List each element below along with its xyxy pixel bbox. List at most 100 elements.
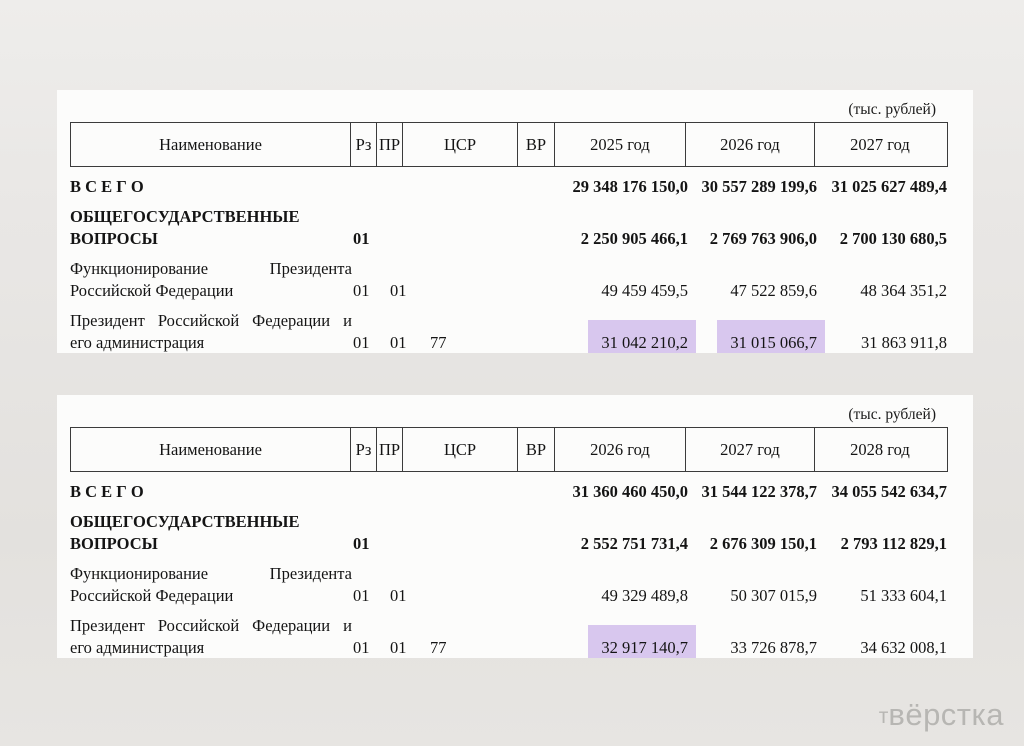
- header-cell: ПР: [377, 123, 403, 166]
- header-cell: 2026 год: [555, 428, 686, 471]
- table-row: Функционирование ПрезидентаРоссийской Фед…: [70, 563, 948, 607]
- name-line: его администрация: [70, 332, 352, 353]
- name-line: ОБЩЕГОСУДАРСТВЕННЫЕ: [70, 511, 352, 533]
- header-cell: 2025 год: [555, 123, 686, 166]
- value-cell: 2 250 905 466,1: [557, 228, 689, 250]
- name-line: Российской Федерации: [70, 585, 352, 607]
- name-line: ОБЩЕГОСУДАРСТВЕННЫЕ: [70, 206, 352, 228]
- budget-code: 01: [390, 280, 430, 302]
- name-cell: Функционирование ПрезидентаРоссийской Фед…: [70, 563, 352, 607]
- table-row: В С Е Г О 31 360 460 450,031 544 122 378,…: [70, 481, 948, 503]
- name-word: Президента: [270, 563, 352, 585]
- budget-code: 77: [430, 637, 447, 658]
- highlighted-value: 32 917 140,7: [588, 625, 696, 658]
- code-cell: 01: [352, 228, 557, 250]
- budget-code: 01: [353, 533, 390, 555]
- value-cell: 49 329 489,8: [557, 585, 689, 607]
- name-cell: Президент Российской Федерации иего админис…: [70, 615, 352, 658]
- name-word: Президента: [270, 258, 352, 280]
- value-cell: 50 307 015,9: [689, 585, 818, 607]
- highlighted-value: 31 015 066,7: [717, 320, 825, 353]
- name-line: ВОПРОСЫ: [70, 533, 352, 555]
- name-line: Функционирование Президента: [70, 563, 352, 585]
- budget-table-panel-first: (тыс. рублей) НаименованиеРзПРЦСРВР2025 …: [57, 90, 973, 353]
- name-cell: В С Е Г О: [70, 481, 352, 503]
- value-cell: 2 769 763 906,0: [689, 228, 818, 250]
- name-line: Функционирование Президента: [70, 258, 352, 280]
- name-word: Российской: [158, 615, 239, 637]
- budget-table-panel-second: (тыс. рублей) НаименованиеРзПРЦСРВР2026 …: [57, 395, 973, 658]
- code-cell: 01: [352, 533, 557, 555]
- name-line: Российской Федерации: [70, 280, 352, 302]
- value-cell: 31 544 122 378,7: [689, 481, 818, 503]
- header-cell: Наименование: [71, 428, 351, 471]
- table-header-row: НаименованиеРзПРЦСРВР2025 год2026 год202…: [70, 122, 948, 167]
- value-cell: 47 522 859,6: [689, 280, 818, 302]
- value-cell: 49 459 459,5: [557, 280, 689, 302]
- name-word: Функционирование: [70, 258, 208, 280]
- header-cell: Рз: [351, 428, 377, 471]
- name-line: В С Е Г О: [70, 481, 352, 503]
- header-cell: ПР: [377, 428, 403, 471]
- header-cell: 2026 год: [686, 123, 815, 166]
- budget-code: 01: [353, 228, 390, 250]
- value-cell: 30 557 289 199,6: [689, 176, 818, 198]
- name-word: Федерации: [252, 615, 330, 637]
- header-cell: ЦСР: [403, 428, 518, 471]
- table-row: ОБЩЕГОСУДАРСТВЕННЫЕВОПРОСЫ012 552 751 73…: [70, 511, 948, 555]
- name-line: ПрезидентРоссийскойФедерациии: [70, 310, 352, 332]
- value-cell: 48 364 351,2: [818, 280, 948, 302]
- header-cell: Наименование: [71, 123, 351, 166]
- table-header-row: НаименованиеРзПРЦСРВР2026 год2027 год202…: [70, 427, 948, 472]
- table-row: ПрезидентРоссийскойФедерациииего админис…: [70, 310, 948, 353]
- value-cell: 31 015 066,7: [689, 332, 818, 353]
- header-cell: 2027 год: [686, 428, 815, 471]
- value-cell: 34 632 008,1: [818, 637, 948, 658]
- budget-code: 01: [353, 637, 390, 658]
- value-cell: 31 863 911,8: [818, 332, 948, 353]
- value-cell: 31 360 460 450,0: [557, 481, 689, 503]
- unit-label: (тыс. рублей): [848, 406, 936, 424]
- value-cell: 31 025 627 489,4: [818, 176, 948, 198]
- name-line: Президент Российской Федерации и: [70, 615, 352, 637]
- value-cell: 2 676 309 150,1: [689, 533, 818, 555]
- value-cell: 32 917 140,7: [557, 637, 689, 658]
- value-cell: 33 726 878,7: [689, 637, 818, 658]
- code-cell: 0101: [352, 585, 557, 607]
- verstka-watermark: твёрстка: [879, 699, 1004, 730]
- watermark-text: вёрстка: [888, 699, 1004, 730]
- budget-code: 01: [390, 332, 430, 353]
- table-row: Президент Российской Федерации иего админис…: [70, 615, 948, 658]
- budget-code: 77: [430, 332, 447, 353]
- value-cell: 51 333 604,1: [818, 585, 948, 607]
- name-word: Президент: [70, 310, 145, 332]
- name-word: Федерации: [252, 310, 330, 332]
- highlighted-value: 31 042 210,2: [588, 320, 696, 353]
- value-cell: 2 793 112 829,1: [818, 533, 948, 555]
- name-word: Функционирование: [70, 563, 208, 585]
- table-row: В С Е Г О 29 348 176 150,030 557 289 199,…: [70, 176, 948, 198]
- code-cell: 010177: [352, 332, 557, 353]
- budget-code: 01: [353, 280, 390, 302]
- value-cell: 31 042 210,2: [557, 332, 689, 353]
- header-cell: 2028 год: [815, 428, 945, 471]
- name-word: и: [343, 615, 352, 637]
- name-line: его администрация: [70, 637, 352, 658]
- table-body: В С Е Г О 31 360 460 450,031 544 122 378,…: [70, 481, 948, 658]
- name-word: Президент: [70, 615, 145, 637]
- value-cell: 29 348 176 150,0: [557, 176, 689, 198]
- name-line: В С Е Г О: [70, 176, 352, 198]
- value-cell: 2 700 130 680,5: [818, 228, 948, 250]
- header-cell: ВР: [518, 123, 555, 166]
- header-cell: 2027 год: [815, 123, 945, 166]
- name-cell: В С Е Г О: [70, 176, 352, 198]
- header-cell: ВР: [518, 428, 555, 471]
- name-cell: ПрезидентРоссийскойФедерациииего админис…: [70, 310, 352, 353]
- header-cell: Рз: [351, 123, 377, 166]
- unit-label: (тыс. рублей): [848, 101, 936, 119]
- name-cell: ОБЩЕГОСУДАРСТВЕННЫЕВОПРОСЫ: [70, 206, 352, 250]
- header-cell: ЦСР: [403, 123, 518, 166]
- code-cell: 0101: [352, 280, 557, 302]
- budget-code: 01: [353, 585, 390, 607]
- value-cell: 34 055 542 634,7: [818, 481, 948, 503]
